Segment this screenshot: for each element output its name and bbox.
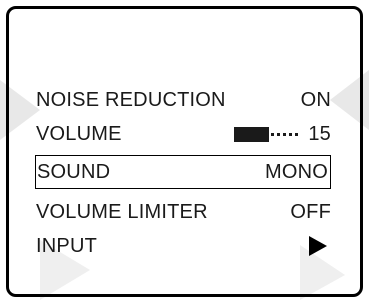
volume-level-remaining — [271, 132, 299, 136]
volume-value: 15 — [308, 123, 331, 145]
osd-menu: NOISE REDUCTION ON VOLUME 15 SOUND MONO … — [0, 0, 369, 301]
menu-item-volume[interactable]: VOLUME 15 — [36, 117, 331, 151]
volume-control: 15 — [234, 124, 331, 144]
volume-level-bar[interactable] — [234, 126, 299, 142]
volume-label: VOLUME — [36, 123, 122, 145]
menu-item-input[interactable]: INPUT — [36, 229, 331, 263]
input-label: INPUT — [36, 235, 97, 257]
volume-limiter-value: OFF — [290, 201, 331, 223]
sound-label: SOUND — [37, 161, 111, 183]
volume-limiter-label: VOLUME LIMITER — [36, 201, 208, 223]
right-arrow-icon — [309, 236, 327, 256]
menu-item-sound[interactable]: SOUND MONO — [35, 155, 331, 189]
sound-value: MONO — [264, 161, 328, 183]
menu-item-noise-reduction[interactable]: NOISE REDUCTION ON — [36, 83, 331, 117]
noise-reduction-value: ON — [300, 89, 331, 111]
menu-item-volume-limiter[interactable]: VOLUME LIMITER OFF — [36, 195, 331, 229]
volume-level-fill — [234, 126, 270, 142]
noise-reduction-label: NOISE REDUCTION — [36, 89, 226, 111]
